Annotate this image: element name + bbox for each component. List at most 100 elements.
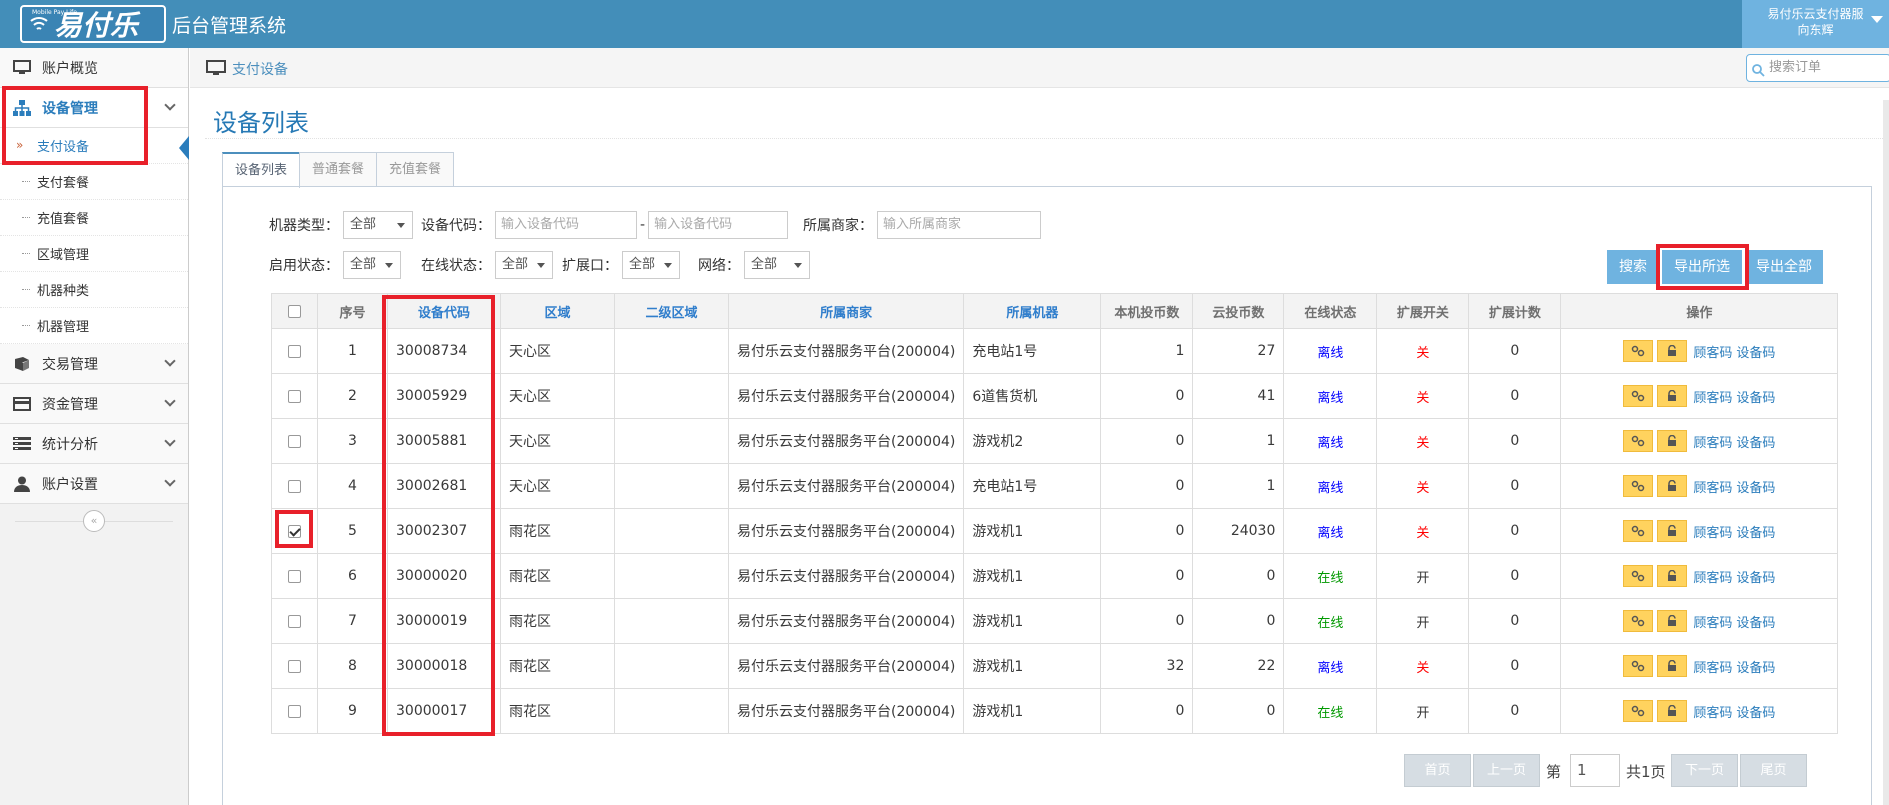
- export-all-button[interactable]: 导出全部: [1745, 250, 1823, 284]
- first-page-button[interactable]: 首页: [1404, 754, 1471, 787]
- lock-icon[interactable]: [1657, 430, 1688, 452]
- user-menu[interactable]: 易付乐云支付器服 向东辉: [1742, 0, 1889, 48]
- sidebar-subitem-area-management[interactable]: 区域管理: [0, 236, 188, 272]
- sidebar-item-fund-management[interactable]: 资金管理: [0, 384, 188, 424]
- row-checkbox[interactable]: [288, 479, 301, 493]
- row-checkbox[interactable]: [288, 704, 301, 718]
- row-checkbox[interactable]: [288, 659, 301, 673]
- network-select[interactable]: 全部: [744, 251, 810, 279]
- row-select-cell[interactable]: [271, 463, 318, 509]
- row-select-cell[interactable]: [271, 598, 318, 644]
- export-selected-button[interactable]: 导出所选: [1662, 250, 1742, 284]
- select-all-checkbox[interactable]: [288, 304, 301, 318]
- row-checkbox[interactable]: [288, 614, 301, 628]
- select-all-header[interactable]: [271, 293, 318, 329]
- table-row[interactable]: 6 30000020 雨花区 易付乐云支付器服务平台(200004) 游戏机1 0 0 在线开…: [271, 553, 1839, 599]
- device-code-link[interactable]: 设备码: [1736, 522, 1775, 541]
- settings-icon[interactable]: [1623, 655, 1654, 677]
- sidebar-subitem-machine-type[interactable]: 机器种类: [0, 272, 188, 308]
- sidebar-item-device-management[interactable]: 设备管理: [0, 88, 188, 128]
- sidebar-item-transaction-management[interactable]: 交易管理: [0, 344, 188, 384]
- settings-icon[interactable]: [1623, 610, 1654, 632]
- sidebar-subitem-machine-management[interactable]: 机器管理: [0, 308, 188, 344]
- lock-icon[interactable]: [1657, 655, 1688, 677]
- customer-code-link[interactable]: 顾客码: [1693, 657, 1732, 676]
- table-row[interactable]: 1 30008734 天心区 易付乐云支付器服务平台(200004) 充电站1号 1 27 离…: [271, 328, 1839, 374]
- table-row[interactable]: 3 30005881 天心区 易付乐云支付器服务平台(200004) 游戏机2 0 1 离线关…: [271, 418, 1839, 464]
- online-status-select[interactable]: 全部: [495, 251, 553, 279]
- lock-icon[interactable]: [1657, 340, 1688, 362]
- device-code-link[interactable]: 设备码: [1736, 387, 1775, 406]
- device-code-link[interactable]: 设备码: [1736, 702, 1775, 721]
- breadcrumb-item[interactable]: 支付设备: [232, 59, 288, 79]
- last-page-button[interactable]: 尾页: [1740, 754, 1807, 787]
- column-header-sortable[interactable]: 设备代码: [387, 293, 501, 329]
- enable-status-select[interactable]: 全部: [343, 251, 401, 279]
- scrollbar[interactable]: [1883, 100, 1889, 805]
- double-left-arrow-icon[interactable]: «: [83, 510, 105, 532]
- sidebar-subitem-payment-package[interactable]: 支付套餐: [0, 164, 188, 200]
- device-code-link[interactable]: 设备码: [1736, 432, 1775, 451]
- settings-icon[interactable]: [1623, 340, 1654, 362]
- customer-code-link[interactable]: 顾客码: [1693, 522, 1732, 541]
- settings-icon[interactable]: [1623, 475, 1654, 497]
- next-page-button[interactable]: 下一页: [1671, 754, 1738, 787]
- row-checkbox[interactable]: [288, 389, 301, 403]
- settings-icon[interactable]: [1623, 700, 1654, 722]
- customer-code-link[interactable]: 顾客码: [1693, 387, 1732, 406]
- column-header-sortable[interactable]: 所属商家: [727, 293, 965, 329]
- table-row[interactable]: 8 30000018 雨花区 易付乐云支付器服务平台(200004) 游戏机1 32 22 离…: [271, 643, 1839, 689]
- customer-code-link[interactable]: 顾客码: [1693, 702, 1732, 721]
- lock-icon[interactable]: [1657, 385, 1688, 407]
- customer-code-link[interactable]: 顾客码: [1693, 342, 1732, 361]
- table-row[interactable]: 7 30000019 雨花区 易付乐云支付器服务平台(200004) 游戏机1 0 0 在线开…: [271, 598, 1839, 644]
- sidebar-item-account-settings[interactable]: 账户设置: [0, 464, 188, 504]
- customer-code-link[interactable]: 顾客码: [1693, 612, 1732, 631]
- settings-icon[interactable]: [1623, 385, 1654, 407]
- prev-page-button[interactable]: 上一页: [1473, 754, 1540, 787]
- device-code-link[interactable]: 设备码: [1736, 342, 1775, 361]
- device-code-link[interactable]: 设备码: [1736, 612, 1775, 631]
- extension-port-select[interactable]: 全部: [622, 251, 680, 279]
- table-row[interactable]: 2 30005929 天心区 易付乐云支付器服务平台(200004) 6道售货机 0 41 离…: [271, 373, 1839, 419]
- brand-logo[interactable]: Mobile Pay Life 易付乐 后台管理系统: [20, 4, 286, 44]
- lock-icon[interactable]: [1657, 520, 1688, 542]
- row-select-cell[interactable]: [271, 373, 318, 419]
- row-select-cell[interactable]: [271, 418, 318, 464]
- device-code-link[interactable]: 设备码: [1736, 567, 1775, 586]
- row-select-cell[interactable]: [271, 688, 318, 734]
- lock-icon[interactable]: [1657, 700, 1688, 722]
- row-checkbox[interactable]: [288, 524, 301, 538]
- row-select-cell[interactable]: [271, 553, 318, 599]
- device-code-link[interactable]: 设备码: [1736, 657, 1775, 676]
- row-checkbox[interactable]: [288, 344, 301, 358]
- device-code-link[interactable]: 设备码: [1736, 477, 1775, 496]
- sidebar-subitem-payment-device[interactable]: » 支付设备: [0, 128, 189, 164]
- row-checkbox[interactable]: [288, 569, 301, 583]
- table-row[interactable]: 5 30002307 雨花区 易付乐云支付器服务平台(200004) 游戏机1 0 2403…: [271, 508, 1839, 554]
- row-select-cell[interactable]: [271, 643, 318, 689]
- tab-normal-package[interactable]: 普通套餐: [299, 152, 378, 187]
- sidebar-item-account-overview[interactable]: 账户概览: [0, 48, 188, 88]
- table-row[interactable]: 4 30002681 天心区 易付乐云支付器服务平台(200004) 充电站1号 0 1 离线…: [271, 463, 1839, 509]
- search-button[interactable]: 搜索: [1607, 250, 1659, 284]
- sidebar-subitem-recharge-package[interactable]: 充值套餐: [0, 200, 188, 236]
- lock-icon[interactable]: [1657, 610, 1688, 632]
- row-select-cell[interactable]: [271, 508, 318, 554]
- settings-icon[interactable]: [1623, 520, 1654, 542]
- machine-type-select[interactable]: 全部: [343, 211, 413, 239]
- column-header-sortable[interactable]: 二级区域: [614, 293, 729, 329]
- customer-code-link[interactable]: 顾客码: [1693, 477, 1732, 496]
- tab-device-list[interactable]: 设备列表: [222, 152, 301, 188]
- lock-icon[interactable]: [1657, 475, 1688, 497]
- lock-icon[interactable]: [1657, 565, 1688, 587]
- sidebar-item-statistics[interactable]: 统计分析: [0, 424, 188, 464]
- device-code-from-input[interactable]: 输入设备代码: [495, 211, 637, 239]
- device-code-to-input[interactable]: 输入设备代码: [648, 211, 789, 239]
- row-select-cell[interactable]: [271, 328, 318, 374]
- column-header-sortable[interactable]: 区域: [500, 293, 615, 329]
- tab-recharge-package[interactable]: 充值套餐: [376, 152, 455, 187]
- search-input[interactable]: 搜索订单: [1746, 54, 1889, 82]
- table-row[interactable]: 9 30000017 雨花区 易付乐云支付器服务平台(200004) 游戏机1 0 0 在线开…: [271, 688, 1839, 734]
- row-checkbox[interactable]: [288, 434, 301, 448]
